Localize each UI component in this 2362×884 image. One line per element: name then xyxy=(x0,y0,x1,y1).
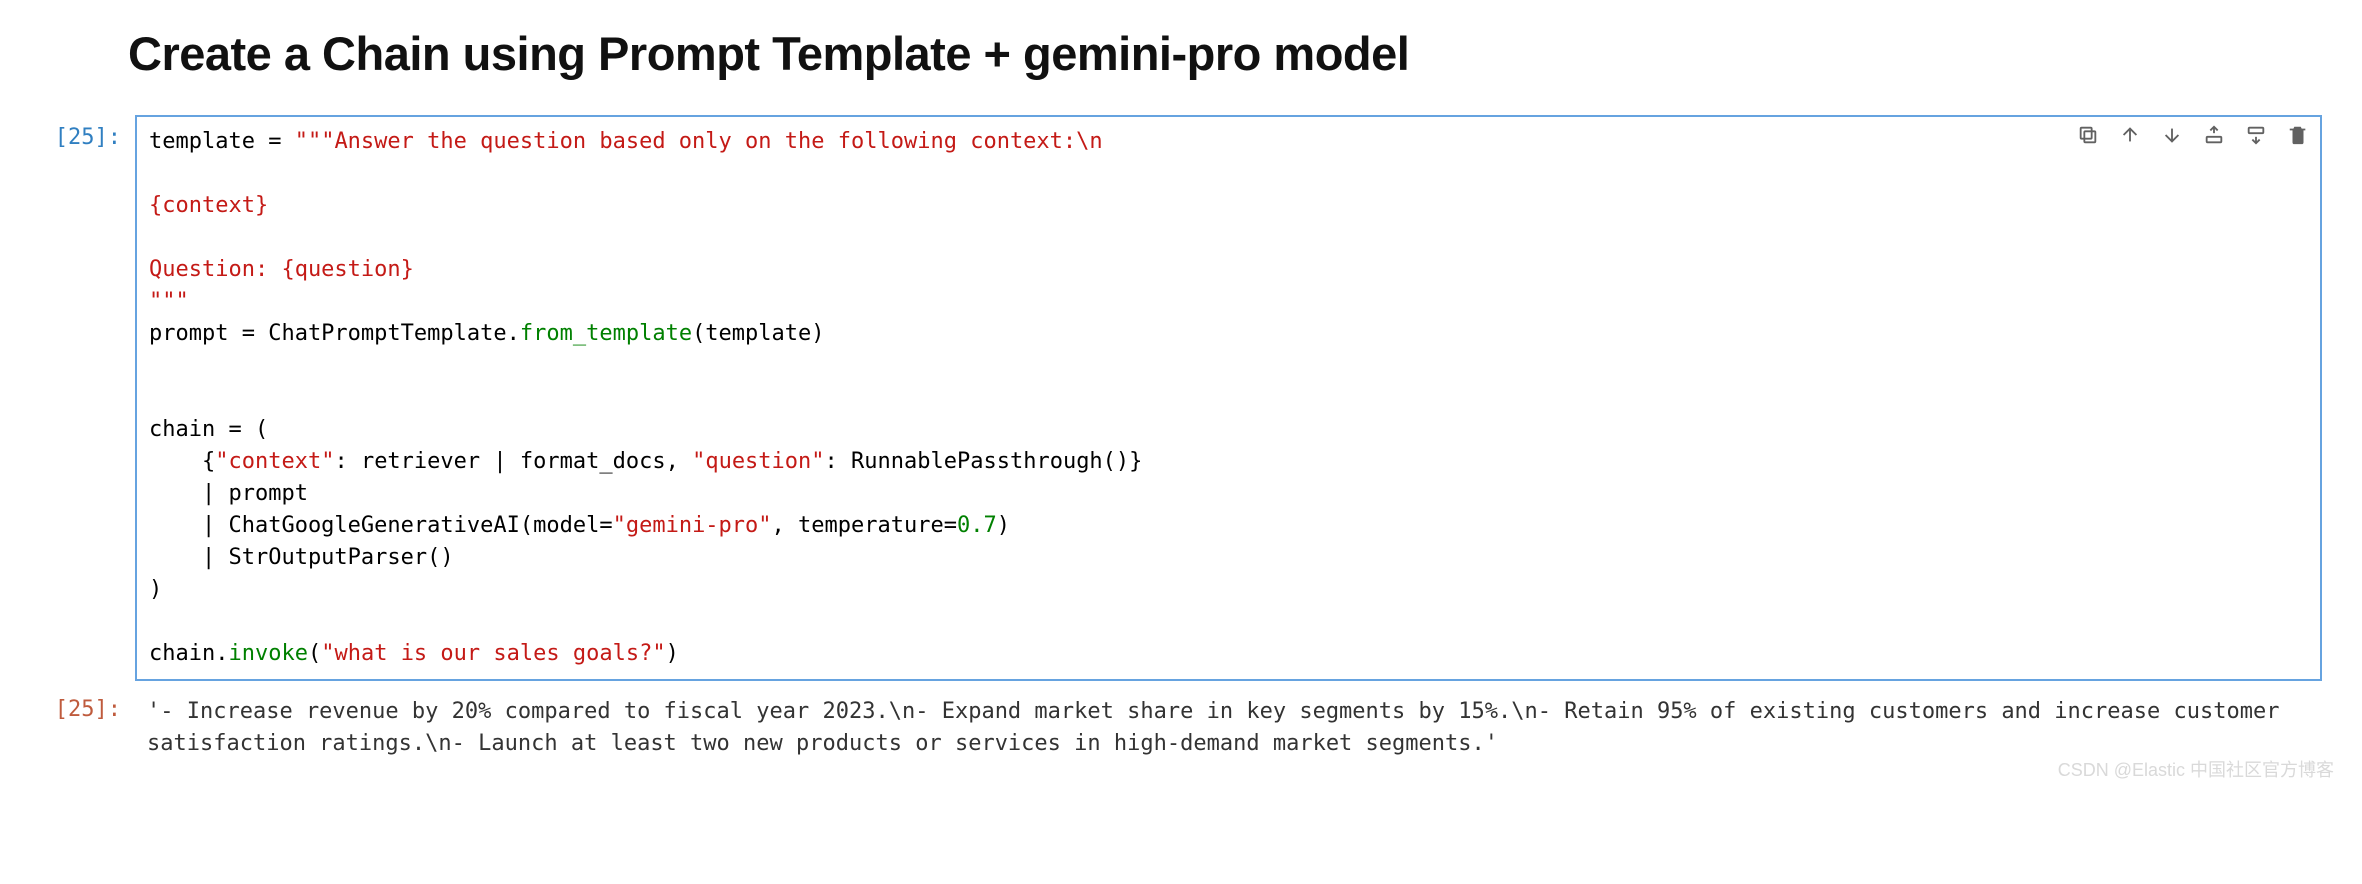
code-text: prompt = ChatPromptTemplate. xyxy=(149,321,520,346)
delete-icon[interactable] xyxy=(2284,121,2312,149)
output-text: '- Increase revenue by 20% compared to f… xyxy=(135,687,2322,760)
code-content[interactable]: template = """Answer the question based … xyxy=(149,126,2308,670)
move-down-icon[interactable] xyxy=(2158,121,2186,149)
code-text: | prompt xyxy=(149,481,308,506)
code-text: ) xyxy=(666,641,679,666)
code-text xyxy=(679,449,692,474)
section-heading: Create a Chain using Prompt Template + g… xyxy=(128,26,2322,81)
number-literal: 0.7 xyxy=(957,513,997,538)
string-literal: Question: {question} xyxy=(149,257,414,282)
insert-above-icon[interactable] xyxy=(2200,121,2228,149)
code-text: { xyxy=(149,449,215,474)
input-prompt: [25]: xyxy=(30,115,135,150)
code-text: | ChatGoogleGenerativeAI(model= xyxy=(149,513,613,538)
duplicate-icon[interactable] xyxy=(2074,121,2102,149)
move-up-icon[interactable] xyxy=(2116,121,2144,149)
string-literal: "what is our sales goals?" xyxy=(321,641,665,666)
code-text: template = xyxy=(149,129,295,154)
insert-below-icon[interactable] xyxy=(2242,121,2270,149)
code-text: : retriever | format_docs, xyxy=(334,449,678,474)
output-prompt: [25]: xyxy=(30,687,135,722)
code-text: : RunnablePassthrough()} xyxy=(825,449,1143,474)
string-literal: """ xyxy=(149,289,189,314)
code-text: , temperature= xyxy=(772,513,957,538)
method-name: from_template xyxy=(520,321,692,346)
string-literal: "gemini-pro" xyxy=(613,513,772,538)
string-literal: {context} xyxy=(149,193,268,218)
method-name: invoke xyxy=(228,641,307,666)
string-literal: """Answer the question based only on the… xyxy=(295,129,1103,154)
code-cell[interactable]: template = """Answer the question based … xyxy=(135,115,2322,681)
code-text: (template) xyxy=(692,321,824,346)
input-cell-row: [25]: xyxy=(30,115,2322,681)
code-text: chain = ( xyxy=(149,417,268,442)
string-literal: "context" xyxy=(215,449,334,474)
code-text: ) xyxy=(149,577,162,602)
code-text: chain. xyxy=(149,641,228,666)
cell-toolbar xyxy=(2074,121,2312,149)
watermark: CSDN @Elastic 中国社区官方博客 xyxy=(2058,756,2334,782)
code-text: ( xyxy=(308,641,321,666)
code-text: ) xyxy=(997,513,1010,538)
string-literal: "question" xyxy=(692,449,824,474)
output-cell-row: [25]: '- Increase revenue by 20% compare… xyxy=(30,687,2322,760)
code-text: | StrOutputParser() xyxy=(149,545,454,570)
